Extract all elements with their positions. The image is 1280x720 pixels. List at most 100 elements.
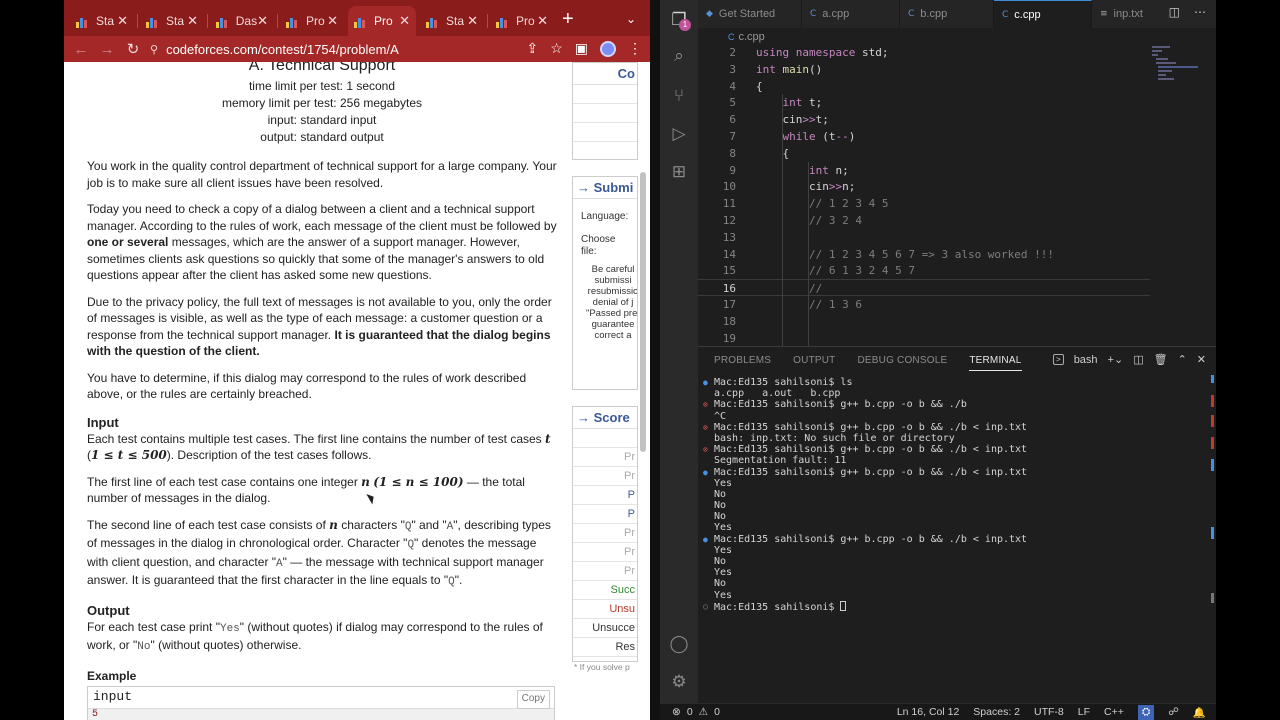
command-failed-icon[interactable]: ⊗ (703, 399, 708, 410)
command-success-icon[interactable]: ● (703, 377, 708, 388)
kill-terminal-trash-icon[interactable]: 🗑 (1154, 353, 1168, 366)
score-row[interactable]: Pr (573, 543, 637, 562)
code-line[interactable]: 13 (698, 229, 1150, 246)
code-line[interactable]: 10 cin>>n; (698, 178, 1150, 195)
score-row[interactable]: Pr (573, 448, 637, 467)
terminal-line: ● Mac:Ed135 sahilsoni$ g++ b.cpp -o b && … (702, 534, 1202, 545)
code-line[interactable]: 6 cin>>t; (698, 111, 1150, 128)
code-line[interactable]: 9 int n; (698, 162, 1150, 179)
browser-tab-active[interactable]: Pro ✕ (348, 6, 416, 36)
profile-avatar[interactable] (600, 40, 616, 57)
panel-tab-output[interactable]: OUTPUT (793, 355, 835, 371)
close-tab-icon[interactable]: ✕ (537, 13, 548, 29)
score-row[interactable]: Pr (573, 467, 637, 486)
extensions-icon[interactable]: ⊞ (669, 162, 689, 182)
new-terminal-plus-icon[interactable]: +⌄ (1108, 353, 1124, 366)
account-icon[interactable]: ◯ (669, 634, 689, 654)
terminal-output[interactable]: ● Mac:Ed135 sahilsoni$ ls a.cpp a.out b.cp… (702, 377, 1202, 613)
code-line[interactable]: 16 // (698, 279, 1150, 297)
shell-name[interactable]: bash (1074, 354, 1098, 366)
close-tab-icon[interactable]: ✕ (399, 13, 410, 29)
command-success-icon[interactable]: ● (703, 534, 708, 545)
code-line[interactable]: 11 // 1 2 3 4 5 (698, 195, 1150, 212)
editor-tab-b-cpp[interactable]: Cb.cpp (900, 0, 994, 28)
close-tab-icon[interactable]: ✕ (327, 13, 338, 29)
code-editor[interactable]: 2 using namespace std; 3 int main() 4{5 int t… (698, 44, 1216, 346)
code-line[interactable]: 15 // 6 1 3 2 4 5 7 (698, 262, 1150, 279)
forward-arrow-icon[interactable]: → (94, 41, 120, 58)
code-line[interactable]: 5 int t; (698, 94, 1150, 111)
score-row[interactable]: P (573, 486, 637, 505)
code-line[interactable]: 14 // 1 2 3 4 5 6 7 => 3 also worked !!! (698, 246, 1150, 263)
score-row[interactable]: Pr (573, 562, 637, 581)
feedback-icon[interactable]: ☍ (1168, 706, 1179, 718)
command-failed-icon[interactable]: ⊗ (703, 444, 708, 455)
code-line[interactable]: 17 // 1 3 6 (698, 296, 1150, 313)
maximize-panel-chevron-icon[interactable]: ⌃ (1178, 353, 1187, 366)
command-success-icon[interactable]: ● (703, 467, 708, 478)
browser-tab[interactable]: Sta ✕ (70, 6, 134, 36)
close-tab-icon[interactable]: ✕ (117, 13, 128, 29)
reload-icon[interactable]: ↻ (120, 40, 146, 58)
command-failed-icon[interactable]: ⊗ (703, 422, 708, 433)
example-line: 5 (88, 709, 554, 720)
terminal-scroll-marker (1211, 395, 1214, 407)
editor-tab-c-cpp[interactable]: Cc.cpp (994, 0, 1092, 28)
source-control-icon[interactable]: ⑂ (669, 86, 689, 106)
code-line[interactable]: 2 using namespace std; (698, 44, 1150, 61)
score-row[interactable]: P (573, 505, 637, 524)
browser-tab[interactable]: Sta ✕ (420, 6, 484, 36)
problems-status[interactable]: ⊗ 0 ⚠ 0 (660, 706, 720, 718)
run-debug-icon[interactable]: ▷ (669, 124, 689, 144)
split-terminal-icon[interactable]: ◫ (1133, 353, 1143, 366)
editor-tab-inp-txt[interactable]: ≡ inp.txt (1092, 0, 1168, 28)
split-editor-icon[interactable]: ◫ (1169, 5, 1180, 19)
panel-tab-debug-console[interactable]: DEBUG CONSOLE (857, 355, 947, 371)
code-line[interactable]: 19 (698, 330, 1150, 346)
back-arrow-icon[interactable]: ← (68, 41, 94, 58)
copilot-icon[interactable]: ⛭ (1137, 704, 1155, 720)
copy-button[interactable]: Copy (516, 690, 550, 709)
panel-tab-terminal[interactable]: TERMINAL (969, 355, 1022, 371)
language-mode[interactable]: C++ (1104, 706, 1124, 718)
more-actions-icon[interactable]: ⋯ (1194, 5, 1206, 19)
bookmark-star-icon[interactable]: ☆ (550, 40, 563, 57)
side-panel-icon[interactable]: ▣ (575, 40, 588, 57)
command-pending-icon[interactable]: ○ (703, 601, 708, 612)
indentation[interactable]: Spaces: 2 (973, 706, 1020, 718)
code-line[interactable]: 3 int main() (698, 61, 1150, 78)
minimap[interactable] (1150, 44, 1216, 346)
page-scrollbar[interactable] (640, 172, 646, 452)
window-divider[interactable] (650, 0, 660, 720)
code-line[interactable]: 18 (698, 313, 1150, 330)
panel-tab-problems[interactable]: PROBLEMS (714, 355, 771, 371)
browser-tab[interactable]: Das ✕ (210, 6, 274, 36)
new-tab-plus-icon[interactable]: + (562, 8, 574, 30)
browser-tab[interactable]: Pro ✕ (280, 6, 344, 36)
site-info-icon[interactable]: ⚲ (150, 43, 158, 56)
close-tab-icon[interactable]: ✕ (467, 13, 478, 29)
code-line[interactable]: 12 // 3 2 4 (698, 212, 1150, 229)
browser-tab[interactable]: Sta ✕ (140, 6, 204, 36)
close-tab-icon[interactable]: ✕ (187, 13, 198, 29)
end-of-line[interactable]: LF (1078, 706, 1090, 718)
notifications-bell-icon[interactable]: 🔔 (1193, 706, 1206, 719)
search-icon[interactable]: ⌕ (669, 46, 689, 66)
close-tab-icon[interactable]: ✕ (257, 13, 268, 29)
code-line[interactable]: 8{ (698, 145, 1150, 162)
encoding[interactable]: UTF-8 (1034, 706, 1064, 718)
browser-tab[interactable]: Pro ✕ (490, 6, 554, 36)
share-icon[interactable]: ⇪ (526, 40, 538, 57)
editor-tab-a-cpp[interactable]: Ca.cpp (802, 0, 900, 28)
cursor-position[interactable]: Ln 16, Col 12 (897, 706, 959, 718)
browser-menu-icon[interactable]: ⋮ (628, 40, 642, 57)
url-field[interactable]: ⚲ codeforces.com/contest/1754/problem/A (150, 42, 500, 57)
editor-tab-get-started[interactable]: ◆ Get Started (698, 0, 802, 28)
tab-search-chevron-icon[interactable]: ⌄ (626, 12, 636, 26)
settings-gear-icon[interactable]: ⚙ (669, 672, 689, 692)
score-row[interactable]: Pr (573, 524, 637, 543)
code-line[interactable]: 4{ (698, 78, 1150, 95)
line-number: 16 (722, 282, 736, 296)
close-panel-icon[interactable]: ✕ (1197, 353, 1206, 366)
code-line[interactable]: 7 while (t--) (698, 128, 1150, 145)
